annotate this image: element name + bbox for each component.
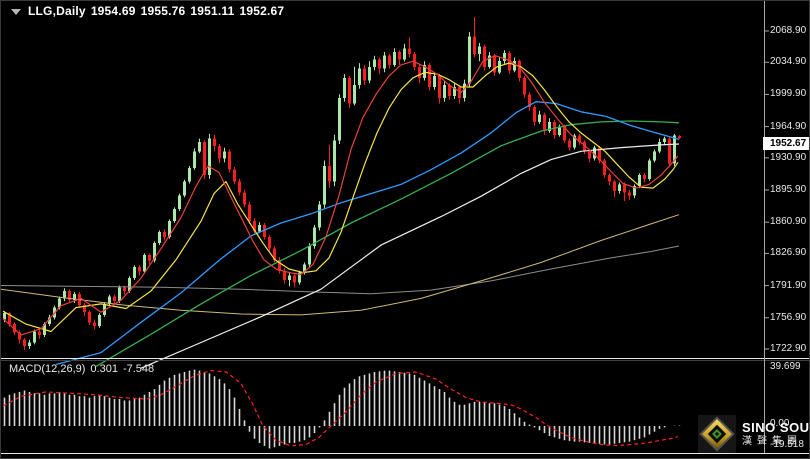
chevron-down-icon[interactable] [11,9,21,15]
macd-axis-label: -19.518 [770,439,804,451]
symbol-info-bar: LLG,Daily 1954.69 1955.76 1951.11 1952.67 [11,4,284,18]
price-axis-label: 1722.90 [770,343,806,355]
price-axis-label: 1999.90 [770,88,806,100]
low-value: 1951.11 [190,4,234,18]
mt4-chart-window: LLG,Daily 1954.69 1955.76 1951.11 1952.67 MA… [0,0,810,459]
macd-axis-label: 0.00 [770,418,789,430]
price-axis-label: 1756.90 [770,312,806,324]
symbol-period-label: LLG,Daily [28,4,86,18]
ma-gray-long [1,246,679,294]
price-axis-label: 1826.90 [770,247,806,259]
high-value: 1955.76 [141,4,186,18]
open-value: 1954.69 [91,4,136,18]
price-axis-label: 1930.90 [770,152,806,164]
price-axis-label: 2034.90 [770,56,806,68]
macd-axis-label: 39.699 [770,361,801,373]
macd-name: MACD(12,26,9) [9,363,85,375]
price-axis-label: 1860.90 [770,216,806,228]
close-value: 1952.67 [240,4,285,18]
price-axis-label: 2068.90 [770,25,806,37]
macd-indicator-label: MACD(12,26,9) 0.301 -7.548 [9,363,154,375]
price-axis-label: 1791.90 [770,280,806,292]
current-price-badge: 1952.67 [763,137,810,150]
price-axis-label: 1964.90 [770,121,806,133]
price-axis-label: 1895.90 [770,184,806,196]
chart-canvas[interactable] [1,1,810,459]
sino-sound-diamond-icon [698,415,736,453]
ma-blue [56,102,679,365]
macd-signal-value: -7.548 [123,363,154,375]
macd-main-value: 0.301 [90,363,118,375]
